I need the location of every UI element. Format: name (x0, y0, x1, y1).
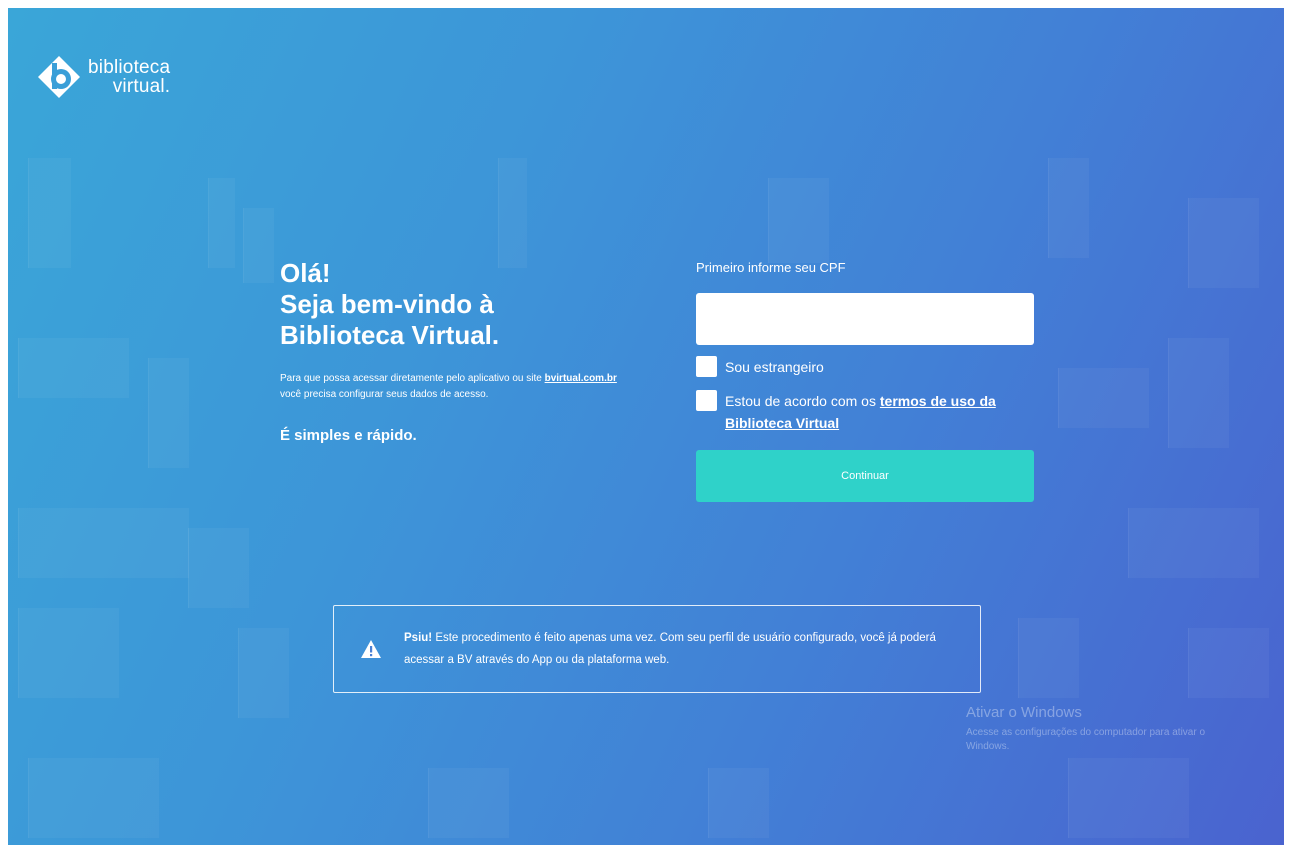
continue-button[interactable]: Continuar (696, 450, 1034, 502)
desc-before: Para que possa acessar diretamente pelo … (280, 373, 545, 384)
brand-logo[interactable]: biblioteca virtual. (36, 54, 170, 100)
notice-message: Este procedimento é feito apenas uma vez… (404, 632, 936, 666)
welcome-section: Olá! Seja bem-vindo à Biblioteca Virtual… (280, 258, 640, 444)
cpf-label: Primeiro informe seu CPF (696, 260, 846, 275)
brand-line1: biblioteca (88, 57, 171, 78)
cpf-input[interactable] (696, 293, 1034, 345)
terms-option[interactable]: Estou de acordo com os termos de uso da … (696, 390, 1036, 434)
notice-bold: Psiu! (404, 632, 433, 644)
simple-fast-text: É simples e rápido. (280, 427, 417, 444)
bv-logo-icon (36, 54, 82, 100)
notice-text: Psiu! Este procedimento é feito apenas u… (404, 627, 944, 671)
foreigner-checkbox[interactable] (696, 356, 717, 377)
activation-subtitle: Acesse as configurações do computador pa… (966, 727, 1206, 752)
brand-line2: virtual. (112, 76, 171, 97)
notice-box: Psiu! Este procedimento é feito apenas u… (333, 605, 981, 693)
welcome-heading: Olá! Seja bem-vindo à Biblioteca Virtual… (280, 258, 640, 351)
welcome-line1: Olá! (280, 258, 331, 288)
terms-label: Estou de acordo com os termos de uso da … (725, 390, 1036, 434)
activation-title: Ativar o Windows (966, 704, 1082, 721)
terms-before: Estou de acordo com os (725, 393, 880, 409)
welcome-line3: Biblioteca Virtual. (280, 320, 500, 350)
bvirtual-link[interactable]: bvirtual.com.br (545, 373, 617, 384)
terms-checkbox[interactable] (696, 390, 717, 411)
brand-name: biblioteca virtual. (88, 58, 170, 96)
cpf-form: Primeiro informe seu CPF Sou estrangeiro… (696, 260, 1036, 502)
welcome-line2: Seja bem-vindo à (280, 289, 494, 319)
windows-activation-watermark: Ativar o Windows Acesse as configurações… (966, 704, 1246, 754)
foreigner-label: Sou estrangeiro (725, 359, 824, 375)
warning-icon (360, 639, 382, 659)
desc-after: você precisa configurar seus dados de ac… (280, 389, 489, 400)
foreigner-option[interactable]: Sou estrangeiro (696, 356, 1036, 378)
page-background: biblioteca virtual. Olá! Seja bem-vindo … (8, 8, 1284, 845)
welcome-description: Para que possa acessar diretamente pelo … (280, 371, 625, 403)
